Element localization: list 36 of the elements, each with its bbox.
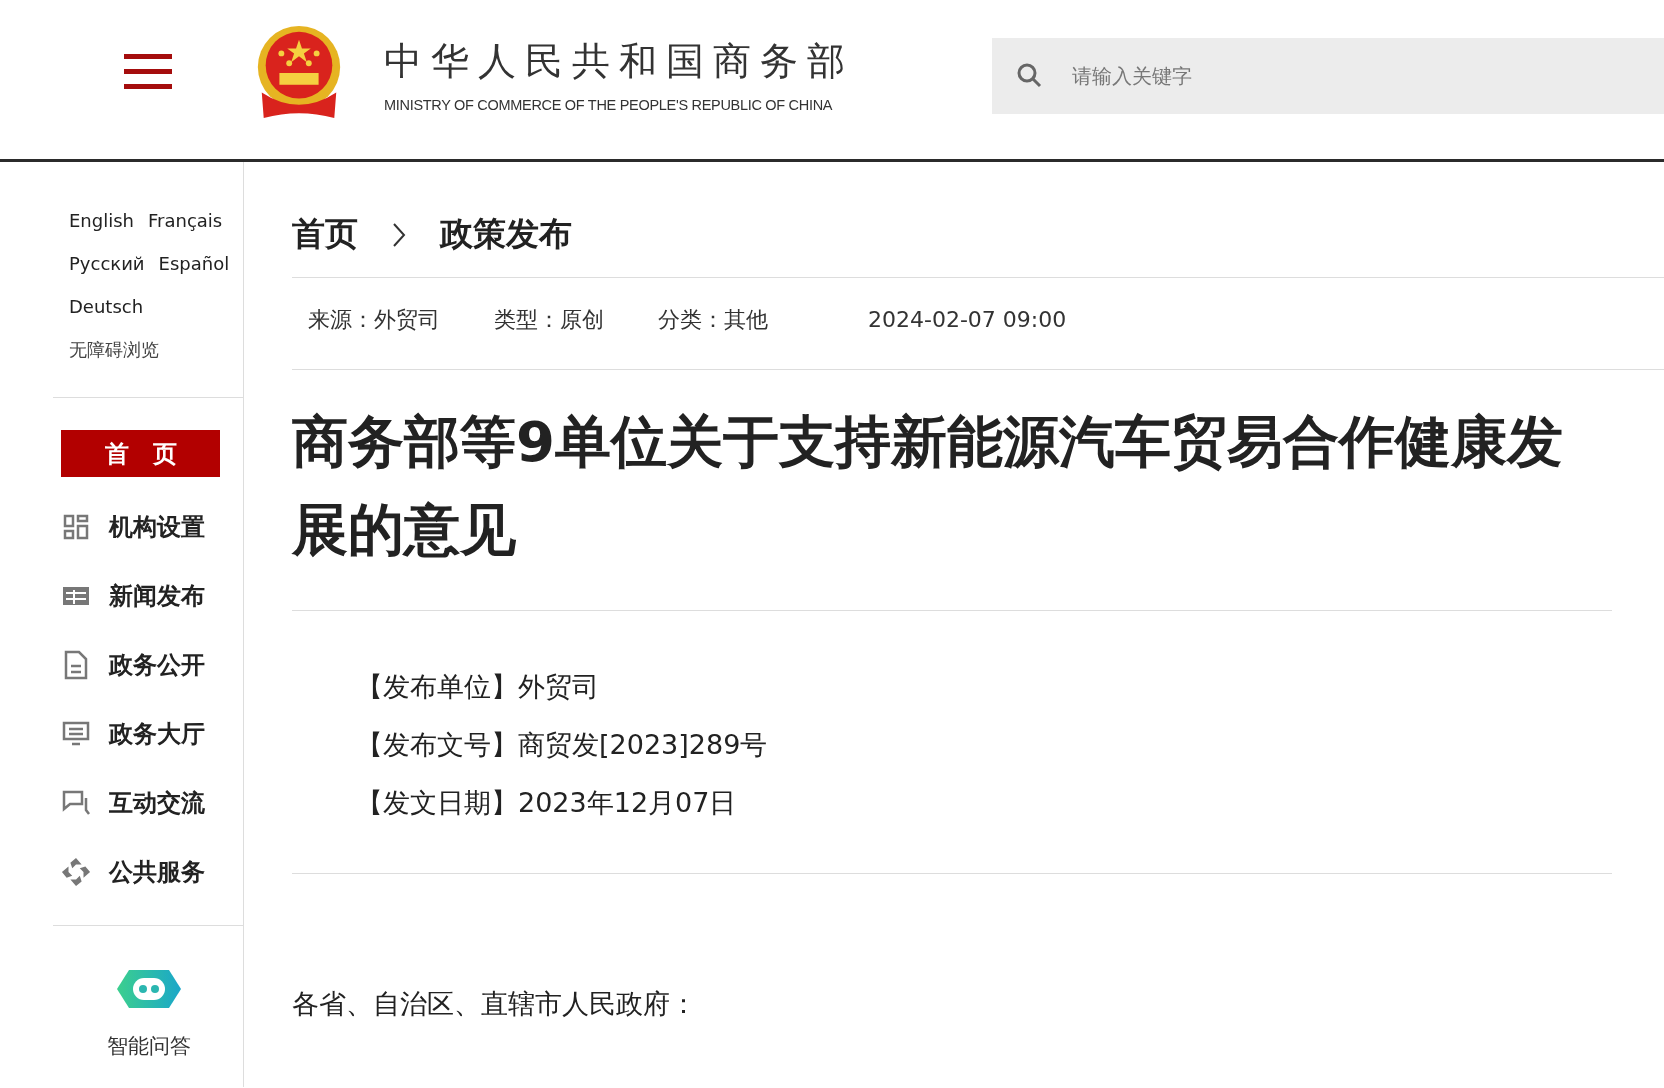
- info-line: 【发布单位】外贸司: [356, 670, 600, 704]
- search-field[interactable]: 请输入关键字: [992, 37, 1664, 114]
- nav-item[interactable]: 新闻发布: [61, 577, 243, 615]
- chevron-icon: [392, 221, 406, 248]
- info-line: 【发文日期】2023年12月07日: [356, 786, 738, 820]
- nav-item[interactable]: 政务大厅: [61, 715, 243, 753]
- news-icon: [61, 586, 91, 606]
- breadcrumb-link[interactable]: 政策发布: [440, 212, 572, 257]
- article-title: 商务部等9单位关于支持新能源汽车贸易合作健康发展的意见: [292, 370, 1612, 611]
- nav-item[interactable]: 公共服务: [61, 853, 243, 891]
- monitor-icon: [61, 721, 91, 747]
- site-title: 中华人民共和国商务部: [384, 38, 855, 85]
- meta-field: 来源：外贸司: [308, 304, 440, 335]
- accessibility-link[interactable]: 无障碍浏览: [69, 337, 243, 363]
- language-link[interactable]: Español: [158, 251, 230, 277]
- greeting-text: 各省、自治区、直辖市人民政府：: [292, 987, 698, 1021]
- chat-icon: [61, 790, 91, 816]
- publish-date: 2024-02-07 09:00: [868, 307, 1067, 332]
- nav-item[interactable]: 政务公开: [61, 646, 243, 684]
- assistant-label[interactable]: 智能问答: [106, 1032, 191, 1060]
- menu-icon[interactable]: [124, 53, 172, 90]
- language-link[interactable]: Deutsch: [69, 294, 144, 320]
- search-icon: [1016, 61, 1042, 88]
- breadcrumb-link[interactable]: 首页: [292, 212, 358, 257]
- site-subtitle: MINISTRY OF COMMERCE OF THE PEOPLE'S REPUBLIC OF CHINA: [384, 97, 834, 113]
- nav-item[interactable]: 互动交流: [61, 784, 243, 822]
- service-icon: [61, 856, 91, 888]
- meta-field: 类型：原创: [494, 304, 604, 335]
- nav-item[interactable]: 首 页: [61, 430, 220, 477]
- meta-field: 分类：其他: [658, 304, 768, 335]
- grid-icon: [61, 514, 91, 540]
- info-line: 【发布文号】商贸发[2023]289号: [356, 728, 769, 762]
- nav-item[interactable]: 机构设置: [61, 508, 243, 546]
- language-link[interactable]: Русский: [69, 251, 145, 277]
- language-link[interactable]: English: [69, 208, 134, 234]
- language-link[interactable]: Français: [148, 208, 223, 234]
